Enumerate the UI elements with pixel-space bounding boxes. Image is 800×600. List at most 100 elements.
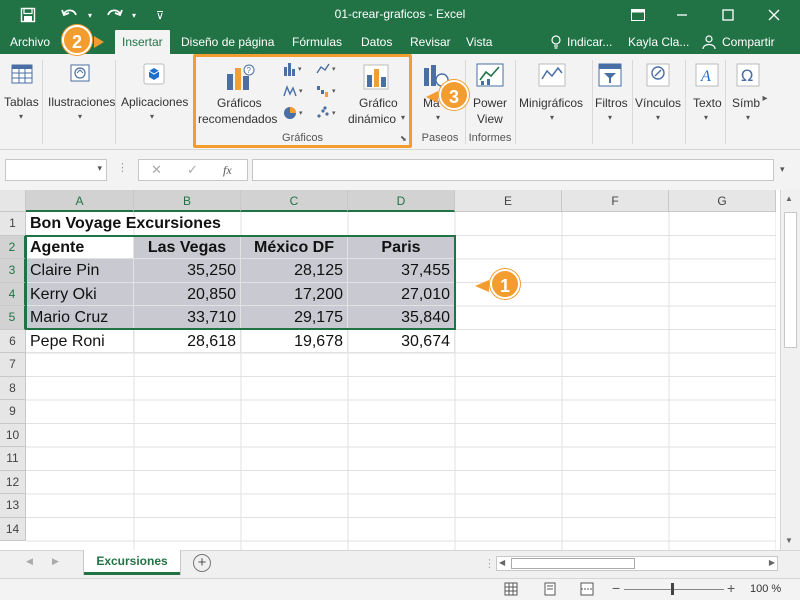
hierarchy-chart-icon[interactable]: ▾ (283, 83, 307, 102)
minigraficos-dropdown-icon[interactable]: ▾ (550, 113, 554, 122)
worksheet-grid[interactable]: A B C D E F G 1 2 3 4 5 6 7 8 9 10 11 12… (0, 190, 800, 550)
close-icon[interactable] (762, 4, 786, 26)
zoom-in-icon[interactable]: + (727, 580, 735, 596)
mapas-dropdown-icon[interactable]: ▾ (436, 113, 440, 122)
aplicaciones-button[interactable]: Aplicaciones (121, 94, 188, 110)
scroll-right-icon[interactable]: ▶ (769, 558, 775, 567)
cell-b3[interactable]: 35,250 (134, 259, 241, 283)
simbolos-dropdown-icon[interactable]: ▾ (746, 113, 750, 122)
column-chart-icon[interactable]: ▾ (283, 61, 307, 80)
horizontal-scroll-thumb[interactable] (511, 558, 635, 569)
addins-icon[interactable] (142, 62, 166, 89)
cell-a6[interactable]: Pepe Roni (26, 329, 134, 353)
cell-a2[interactable]: Agente (26, 235, 134, 259)
vinculos-button[interactable]: Vínculos (635, 95, 681, 111)
links-icon[interactable] (645, 62, 671, 93)
column-header-b[interactable]: B (134, 190, 241, 212)
row-header-12[interactable]: 12 (0, 470, 26, 494)
maximize-icon[interactable] (716, 4, 740, 26)
scatter-chart-icon[interactable]: ▾ (316, 105, 340, 124)
cancel-icon[interactable]: ✕ (151, 162, 162, 178)
row-header-1[interactable]: 1 (0, 212, 26, 236)
cell-a1-title[interactable]: Bon Voyage Excursiones (26, 212, 240, 236)
page-layout-icon[interactable] (543, 582, 557, 599)
cell-a5[interactable]: Mario Cruz (26, 306, 134, 330)
select-all-corner[interactable] (0, 190, 26, 212)
aplicaciones-dropdown-icon[interactable]: ▾ (150, 112, 154, 121)
ribbon-display-icon[interactable] (626, 4, 650, 26)
row-header-6[interactable]: 6 (0, 329, 26, 353)
formula-input[interactable] (252, 159, 774, 181)
horizontal-scrollbar[interactable]: ◀ ▶ (496, 556, 778, 571)
ilustraciones-dropdown-icon[interactable]: ▾ (78, 112, 82, 121)
ribbon-scroll-right-icon[interactable]: ▸ (760, 84, 770, 114)
row-header-13[interactable]: 13 (0, 494, 26, 518)
cell-c2[interactable]: México DF (241, 235, 348, 259)
illustrations-icon[interactable] (68, 62, 94, 89)
power-view-icon[interactable] (476, 62, 504, 93)
row-header-8[interactable]: 8 (0, 376, 26, 400)
cell-d6[interactable]: 30,674 (348, 329, 455, 353)
share-button[interactable]: Compartir (722, 35, 775, 49)
line-chart-icon[interactable]: ▾ (316, 61, 340, 80)
cell-b6[interactable]: 28,618 (134, 329, 241, 353)
cell-c3[interactable]: 28,125 (241, 259, 348, 283)
row-header-7[interactable]: 7 (0, 353, 26, 377)
waterfall-chart-icon[interactable]: ▾ (316, 83, 340, 102)
row-header-9[interactable]: 9 (0, 400, 26, 424)
zoom-out-icon[interactable]: − (612, 580, 620, 596)
column-header-g[interactable]: G (669, 190, 776, 212)
cell-d4[interactable]: 27,010 (348, 282, 455, 306)
scroll-up-icon[interactable]: ▲ (785, 194, 793, 203)
tab-formulas[interactable]: Fórmulas (292, 35, 342, 49)
minigraficos-button[interactable]: Minigráficos (519, 95, 583, 111)
vinculos-dropdown-icon[interactable]: ▾ (656, 113, 660, 122)
next-sheet-icon[interactable]: ▶ (52, 556, 59, 567)
row-header-14[interactable]: 14 (0, 517, 26, 541)
zoom-level[interactable]: 100 % (750, 583, 781, 595)
graficos-recomendados-line1[interactable]: Gráficos (217, 95, 262, 111)
tab-revisar[interactable]: Revisar (410, 35, 451, 49)
cell-a3[interactable]: Claire Pin (26, 259, 134, 283)
ilustraciones-button[interactable]: Ilustraciones (48, 94, 115, 110)
row-header-2[interactable]: 2 (0, 235, 26, 259)
tell-me-icon[interactable] (550, 35, 562, 52)
cell-d5[interactable]: 35,840 (348, 306, 455, 330)
user-name[interactable]: Kayla Cla... (628, 35, 689, 49)
column-header-f[interactable]: F (562, 190, 669, 212)
grafico-dinamico-line2[interactable]: dinámico (348, 111, 396, 127)
tablas-dropdown-icon[interactable]: ▾ (19, 112, 23, 121)
expand-formula-icon[interactable]: ▾ (780, 164, 785, 175)
row-header-4[interactable]: 4 (0, 282, 26, 306)
filtros-button[interactable]: Filtros (595, 95, 628, 111)
tab-vista[interactable]: Vista (466, 35, 492, 49)
enter-icon[interactable]: ✓ (187, 162, 198, 178)
table-icon[interactable] (10, 62, 34, 89)
grafico-dinamico-dropdown-icon[interactable]: ▾ (401, 113, 405, 122)
zoom-slider[interactable] (624, 589, 724, 590)
sparklines-icon[interactable] (538, 62, 566, 93)
tab-insertar[interactable]: Insertar (115, 30, 170, 54)
name-box-dropdown-icon[interactable]: ▾ (97, 163, 102, 174)
share-icon[interactable] (702, 35, 716, 52)
minimize-icon[interactable] (670, 4, 694, 26)
tablas-button[interactable]: Tablas (4, 94, 39, 110)
name-box[interactable]: ▾ (5, 159, 107, 181)
dialog-launcher-icon[interactable]: ⬊ (400, 134, 407, 143)
column-header-c[interactable]: C (241, 190, 348, 212)
normal-view-icon[interactable] (504, 582, 518, 599)
omega-icon[interactable]: Ω (735, 62, 761, 93)
texto-button[interactable]: Texto (693, 95, 722, 111)
simbolos-button[interactable]: Símb (732, 95, 760, 111)
cell-d2[interactable]: Paris (348, 235, 455, 259)
grafico-dinamico-line1[interactable]: Gráfico (359, 95, 398, 111)
row-header-11[interactable]: 11 (0, 447, 26, 471)
graficos-recomendados-line2[interactable]: recomendados (198, 111, 277, 127)
tab-datos[interactable]: Datos (361, 35, 392, 49)
column-header-a[interactable]: A (26, 190, 134, 212)
row-header-10[interactable]: 10 (0, 423, 26, 447)
column-header-d[interactable]: D (348, 190, 455, 212)
cell-b2[interactable]: Las Vegas (134, 235, 241, 259)
pie-chart-icon[interactable]: ▾ (283, 105, 307, 124)
scroll-left-icon[interactable]: ◀ (499, 558, 505, 567)
